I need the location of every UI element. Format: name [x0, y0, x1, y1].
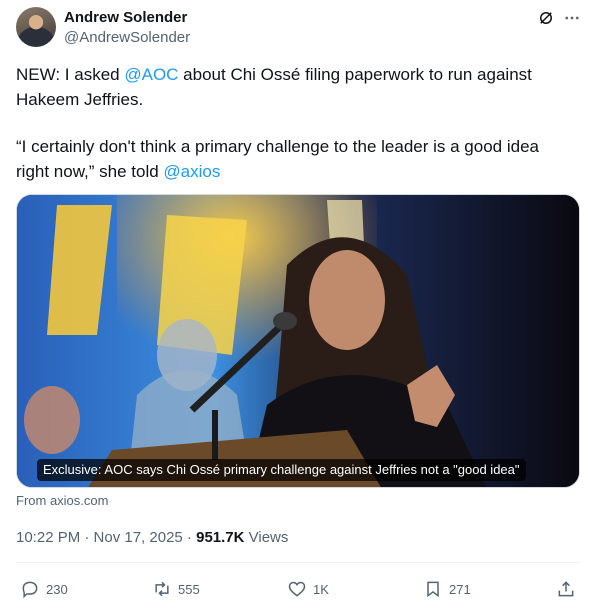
text-segment: NEW: I asked [16, 65, 125, 84]
repost-count: 555 [178, 581, 200, 597]
post-time[interactable]: 10:22 PM · Nov 17, 2025 · [16, 529, 196, 546]
bookmark-button[interactable]: 271 [423, 578, 471, 600]
link-card-image[interactable]: Exclusive: AOC says Chi Ossé primary cha… [16, 194, 580, 488]
reply-count: 230 [46, 581, 68, 597]
tweet-card: Andrew Solender @AndrewSolender NEW: I a… [0, 0, 596, 615]
text-segment: “I certainly don't think a primary chall… [16, 137, 539, 181]
bookmark-count: 271 [449, 581, 471, 597]
divider [16, 562, 580, 563]
repost-button[interactable]: 555 [152, 578, 200, 600]
mention-axios-link[interactable]: @axios [163, 162, 220, 181]
tweet-paragraph-2: “I certainly don't think a primary chall… [16, 134, 576, 184]
author-handle[interactable]: @AndrewSolender [64, 28, 190, 48]
like-count: 1K [313, 581, 329, 597]
author-name[interactable]: Andrew Solender [64, 8, 187, 28]
like-button[interactable]: 1K [287, 578, 329, 600]
views-count: 951.7K [196, 529, 245, 546]
article-photo [17, 195, 579, 487]
tweet-text: NEW: I asked @AOC about Chi Ossé filing … [16, 62, 576, 184]
share-icon [558, 581, 574, 597]
views-label: Views [244, 529, 289, 546]
tweet-paragraph-1: NEW: I asked @AOC about Chi Ossé filing … [16, 62, 576, 112]
share-button[interactable] [556, 578, 582, 600]
more-options-icon[interactable] [563, 9, 581, 27]
link-card-title[interactable]: Exclusive: AOC says Chi Ossé primary cha… [37, 459, 526, 481]
heart-icon [288, 581, 306, 597]
reply-icon [22, 581, 38, 599]
grok-icon[interactable] [537, 9, 555, 27]
timestamp: 10:22 PM · Nov 17, 2025 · 951.7K Views [16, 528, 288, 548]
mention-aoc-link[interactable]: @AOC [124, 65, 178, 84]
repost-icon [155, 581, 169, 597]
avatar[interactable] [16, 7, 56, 47]
bookmark-icon [427, 581, 439, 598]
link-source[interactable]: From axios.com [16, 493, 108, 508]
reply-button[interactable]: 230 [20, 578, 68, 600]
